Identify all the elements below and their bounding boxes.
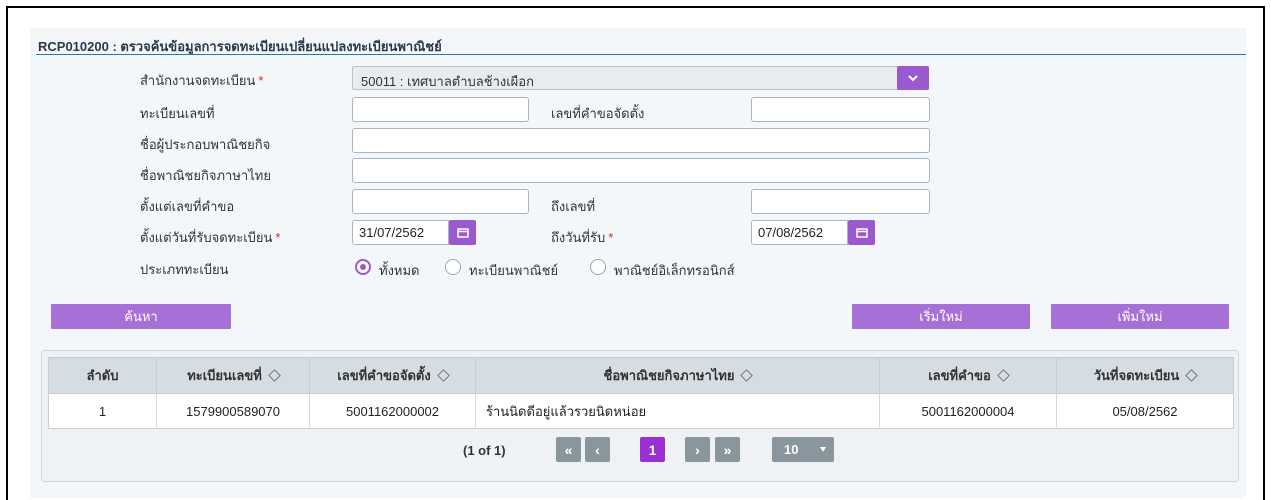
reg-no-input[interactable] xyxy=(352,97,529,122)
sort-icon xyxy=(996,369,1010,382)
page-size-value: 10 xyxy=(784,442,799,457)
calendar-icon xyxy=(855,228,868,238)
to-date-calendar-button[interactable] xyxy=(848,220,875,245)
radio-all-label[interactable]: ทั้งหมด xyxy=(379,260,420,281)
pager-first-button[interactable]: « xyxy=(556,437,581,462)
cell-index: 1 xyxy=(49,394,157,428)
to-date-label: ถึงวันที่รับ * xyxy=(551,230,614,245)
office-select[interactable]: 50011 : เทศบาลตำบลช้างเผือก xyxy=(352,66,929,90)
chevron-down-icon xyxy=(908,75,918,82)
sort-icon xyxy=(1185,369,1199,382)
cell-reg-date: 05/08/2562 xyxy=(1112,403,1178,419)
reset-button[interactable]: เริ่มใหม่ xyxy=(852,304,1030,329)
office-select-value: 50011 : เทศบาลตำบลช้างเผือก xyxy=(361,74,534,89)
radio-ecommerce-label[interactable]: พาณิชย์อิเล็กทรอนิกส์ xyxy=(614,260,735,281)
office-dropdown-button[interactable] xyxy=(897,66,929,90)
col-header-reg-no[interactable]: ทะเบียนเลขที่ xyxy=(157,358,310,393)
business-name-label: ชื่อพาณิชยกิจภาษาไทย xyxy=(140,168,271,183)
request-no-input[interactable] xyxy=(751,97,930,122)
title-divider xyxy=(36,54,1246,55)
page-size-select[interactable]: 10 xyxy=(772,437,834,462)
calendar-icon xyxy=(456,228,469,238)
col-header-business-name[interactable]: ชื่อพาณิชยกิจภาษาไทย xyxy=(476,358,880,393)
chevron-right-icon: › xyxy=(695,441,700,458)
pager-next-button[interactable]: › xyxy=(685,437,710,462)
request-no-label: เลขที่คำขอจัดตั้ง xyxy=(551,106,645,121)
reg-no-label: ทะเบียนเลขที่ xyxy=(140,106,215,121)
cell-business-name: ร้านนิดดีอยู่แล้วรวยนิดหน่อย xyxy=(476,394,880,428)
search-button[interactable]: ค้นหา xyxy=(51,304,231,329)
from-request-label: ตั้งแต่เลขที่คำขอ xyxy=(140,199,235,214)
to-request-input[interactable] xyxy=(751,189,930,214)
operator-input[interactable] xyxy=(352,128,930,153)
pager-page-1[interactable]: 1 xyxy=(640,437,665,462)
table-header: ลำดับ ทะเบียนเลขที่ เลขที่คำขอจัดตั้ง ชื… xyxy=(48,357,1234,394)
pager-status: (1 of 1) xyxy=(463,443,506,458)
cell-reg-no: 1579900589070 xyxy=(157,394,310,428)
operator-label: ชื่อผู้ประกอบพาณิชยกิจ xyxy=(140,137,271,152)
business-name-input[interactable] xyxy=(352,158,930,183)
radio-commercial-label[interactable]: ทะเบียนพาณิชย์ xyxy=(469,260,558,281)
from-date-calendar-button[interactable] xyxy=(449,220,476,245)
pager-last-button[interactable]: » xyxy=(715,437,740,462)
from-date-input[interactable] xyxy=(352,220,449,245)
radio-all[interactable] xyxy=(355,259,371,275)
to-date-input[interactable] xyxy=(751,220,848,245)
results-table: ลำดับ ทะเบียนเลขที่ เลขที่คำขอจัดตั้ง ชื… xyxy=(41,350,1239,482)
radio-ecommerce[interactable] xyxy=(590,259,606,275)
cell-request-no: 5001162000002 xyxy=(310,394,476,428)
chevron-left-icon: ‹ xyxy=(595,441,600,458)
caret-down-icon xyxy=(820,447,826,452)
add-button[interactable]: เพิ่มใหม่ xyxy=(1051,304,1229,329)
from-date-label: ตั้งแต่วันที่รับจดทะเบียน * xyxy=(140,230,281,245)
from-request-input[interactable] xyxy=(352,189,529,214)
col-header-app-no[interactable]: เลขที่คำขอ xyxy=(880,358,1057,393)
pager-prev-button[interactable]: ‹ xyxy=(585,437,610,462)
sort-icon xyxy=(436,369,450,382)
sort-icon xyxy=(267,369,281,382)
col-header-reg-date[interactable]: วันที่จดทะเบียน xyxy=(1057,358,1233,393)
table-row[interactable]: 1 1579900589070 5001162000002 ร้านนิดดีอ… xyxy=(48,394,1234,429)
office-label: สำนักงานจดทะเบียน * xyxy=(140,73,264,88)
col-header-request-no[interactable]: เลขที่คำขอจัดตั้ง xyxy=(310,358,476,393)
cell-app-no: 5001162000004 xyxy=(880,394,1057,428)
col-header-index[interactable]: ลำดับ xyxy=(49,358,157,393)
double-chevron-right-icon: » xyxy=(723,441,732,458)
radio-commercial[interactable] xyxy=(445,259,461,275)
to-request-label: ถึงเลขที่ xyxy=(551,199,596,214)
type-label: ประเภททะเบียน xyxy=(140,262,229,277)
sort-icon xyxy=(740,369,754,382)
double-chevron-left-icon: « xyxy=(564,441,573,458)
